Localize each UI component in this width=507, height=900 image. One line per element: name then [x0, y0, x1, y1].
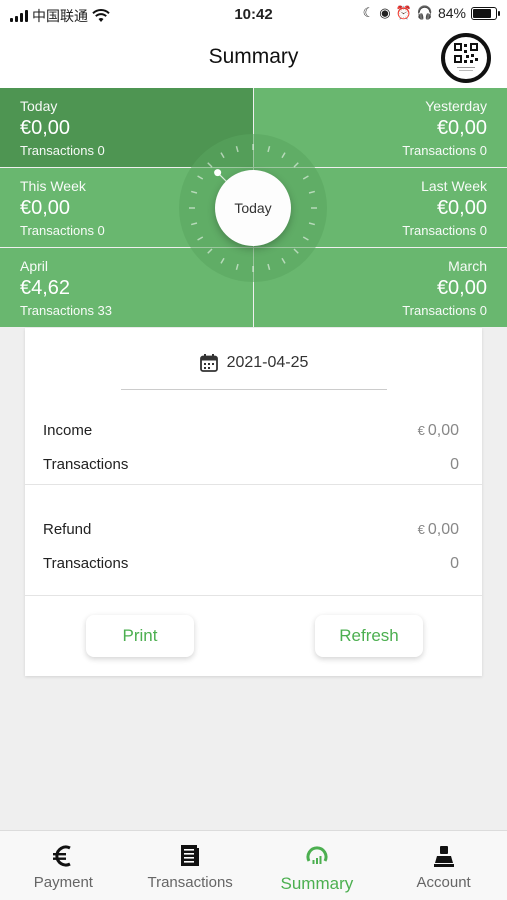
dial-tick — [190, 190, 198, 194]
battery-icon — [471, 6, 500, 20]
refund-currency: € — [417, 522, 425, 537]
summary-icon — [305, 843, 329, 869]
income-transactions-value: 0 — [450, 456, 459, 473]
income-row: Income €0,00 — [43, 422, 459, 439]
orientation-lock-icon: ◉ — [379, 5, 391, 20]
income-value: €0,00 — [418, 422, 459, 440]
income-currency: € — [417, 423, 425, 438]
dial-tick — [235, 263, 239, 271]
dial-tick — [302, 175, 309, 180]
header: Summary — [0, 30, 507, 88]
dial-tick — [293, 248, 299, 254]
date-picker[interactable]: 2021-04-25 — [25, 353, 482, 373]
page-title: Summary — [208, 45, 299, 68]
selected-date: 2021-04-25 — [226, 354, 309, 371]
tile-label: Yesterday — [425, 98, 487, 114]
qr-code-graphic — [454, 43, 478, 71]
dial-tick — [220, 152, 225, 159]
dial-tick — [220, 257, 225, 264]
calendar-icon — [199, 354, 218, 372]
refund-transactions-row: Transactions 0 — [43, 555, 459, 572]
dial-tick — [197, 175, 204, 180]
refund-label: Refund — [43, 521, 92, 538]
date-underline — [121, 389, 387, 390]
tile-transactions: Transactions 33 — [20, 303, 113, 318]
divider — [25, 595, 482, 596]
refund-transactions-value: 0 — [450, 555, 459, 572]
tab-bar: Payment Transactions Summary Account — [0, 830, 507, 900]
tab-label: Summary — [280, 874, 354, 893]
tab-label: Account — [416, 874, 471, 891]
income-amount: 0,00 — [427, 422, 459, 439]
dial-tick — [190, 222, 198, 226]
dial-tick — [308, 190, 316, 194]
dial-tick — [267, 145, 271, 153]
receipt-icon — [180, 843, 200, 869]
tab-payment[interactable]: Payment — [0, 831, 127, 900]
income-label: Income — [43, 422, 93, 439]
dial-tick — [197, 236, 204, 241]
refund-value: €0,00 — [418, 521, 459, 539]
dial-tick — [281, 257, 286, 264]
divider — [25, 484, 482, 485]
dial-tick — [207, 248, 213, 254]
tab-transactions[interactable]: Transactions — [127, 831, 254, 900]
tile-transactions: Transactions 0 — [402, 303, 487, 318]
refund-transactions-label: Transactions — [43, 555, 129, 572]
dial-tick — [302, 236, 309, 241]
period-dial[interactable]: Today — [179, 134, 327, 282]
moon-icon: ☾ — [362, 5, 375, 20]
dial-tick — [235, 145, 239, 153]
dial-tick — [293, 162, 299, 168]
battery-percent: 84% — [437, 5, 466, 21]
detail-card: 2021-04-25 Income €0,00 Transactions 0 R… — [25, 328, 482, 676]
status-right: ☾ ◉ ⏰ 🎧 84% — [362, 5, 500, 21]
refund-amount: 0,00 — [427, 521, 459, 538]
tile-label: Today — [20, 98, 58, 114]
status-bar: 中国联通 10:42 ☾ ◉ ⏰ 🎧 84% — [0, 0, 507, 30]
dial-knob[interactable]: Today — [215, 170, 291, 246]
dial-tick — [267, 263, 271, 271]
income-transactions-label: Transactions — [43, 456, 129, 473]
dial-indicator — [214, 169, 222, 177]
dial-tick — [308, 222, 316, 226]
qr-code-icon[interactable] — [441, 33, 491, 83]
print-button[interactable]: Print — [86, 615, 194, 657]
euro-icon — [52, 843, 74, 869]
period-summary-grid: Today €0,00 Transactions 0 Yesterday €0,… — [0, 88, 507, 328]
refresh-button[interactable]: Refresh — [315, 615, 423, 657]
dial-tick — [281, 152, 286, 159]
tab-label: Payment — [33, 874, 93, 891]
refund-row: Refund €0,00 — [43, 521, 459, 538]
tab-account[interactable]: Account — [380, 831, 507, 900]
tab-label: Transactions — [147, 874, 233, 891]
tab-summary[interactable]: Summary — [254, 831, 381, 900]
income-transactions-row: Transactions 0 — [43, 456, 459, 473]
account-icon — [432, 843, 456, 869]
alarm-icon: ⏰ — [395, 5, 412, 20]
dial-tick — [207, 162, 213, 168]
headphones-icon: 🎧 — [416, 5, 433, 20]
